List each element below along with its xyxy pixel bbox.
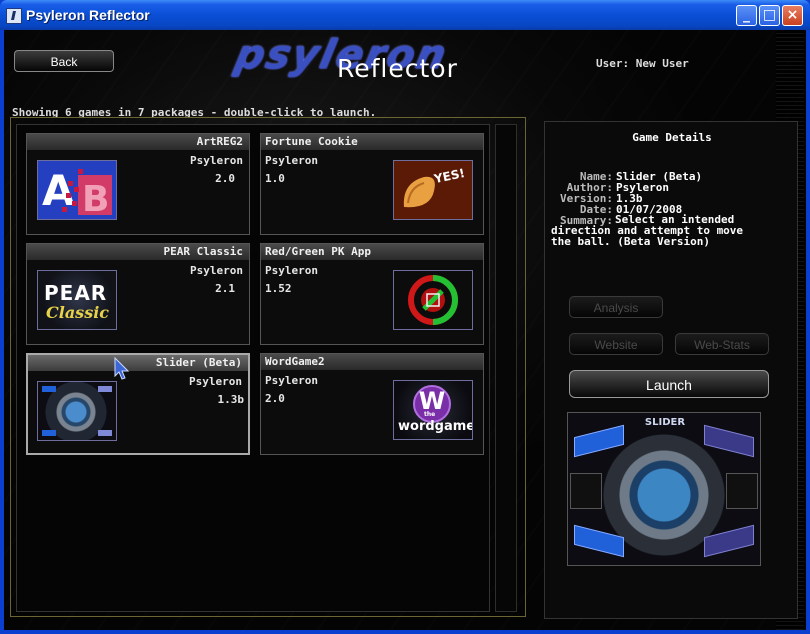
game-author: Psyleron xyxy=(189,375,242,388)
app-icon xyxy=(6,8,22,24)
wordgame-the-text: the xyxy=(424,411,436,418)
game-author: Psyleron xyxy=(190,264,243,277)
game-version: 1.0 xyxy=(265,172,285,185)
slider-info-box xyxy=(726,473,758,509)
wordgame-logo-text: wordgame xyxy=(398,419,473,434)
slider-panel-icon xyxy=(574,524,624,558)
game-tile-pear-classic[interactable]: PEAR Classic Psyleron 2.1 PEAR Classic xyxy=(26,243,250,345)
game-preview-image: SLIDER xyxy=(567,412,761,566)
analysis-button[interactable]: Analysis xyxy=(569,296,663,318)
game-tile-slider[interactable]: Slider (Beta) Psyleron 1.3b xyxy=(26,353,250,455)
slider-panel-icon xyxy=(574,424,624,458)
game-details-panel: Game Details Name: Slider (Beta) Author:… xyxy=(544,121,798,619)
maximize-button[interactable]: □ xyxy=(759,5,780,26)
summary-value: Select an intended direction and attempt… xyxy=(551,213,744,248)
game-name: WordGame2 xyxy=(265,355,325,368)
game-name: Red/Green PK App xyxy=(265,245,371,258)
red-green-pk-logo-icon xyxy=(393,270,473,330)
game-tile-fortune-cookie[interactable]: Fortune Cookie Psyleron 1.0 YES! xyxy=(260,133,484,235)
details-title: Game Details xyxy=(632,131,712,144)
game-author: Psyleron xyxy=(265,154,318,167)
game-name: Slider (Beta) xyxy=(155,356,242,369)
slider-thumbnail-icon xyxy=(37,381,117,441)
svg-text:A: A xyxy=(42,166,75,215)
wordgame-logo-icon: W the wordgame xyxy=(393,380,473,440)
preview-title: SLIDER xyxy=(644,417,686,428)
game-version: 2.0 xyxy=(265,392,285,405)
app-window: Psyleron Reflector _ □ × Back psyleron R… xyxy=(0,0,810,634)
window-title: Psyleron Reflector xyxy=(26,7,150,23)
slider-info-box xyxy=(570,473,602,509)
game-name: Fortune Cookie xyxy=(265,135,358,148)
launch-button[interactable]: Launch xyxy=(569,370,769,398)
website-button[interactable]: Website xyxy=(569,333,663,355)
back-button[interactable]: Back xyxy=(14,50,114,72)
reflector-logo-text: Reflector xyxy=(337,54,458,83)
user-label: User: New User xyxy=(596,57,689,70)
game-version: 1.3b xyxy=(217,393,245,406)
artreg-logo-icon: A B xyxy=(37,160,117,220)
mouse-cursor-icon xyxy=(114,357,130,380)
game-tile-wordgame2[interactable]: WordGame2 Psyleron 2.0 W the wordgame xyxy=(260,353,484,455)
game-tile-artreg2[interactable]: ArtREG2 Psyleron 2.0 A B xyxy=(26,133,250,235)
game-version: 2.0 xyxy=(215,172,235,185)
close-button[interactable]: × xyxy=(782,5,803,26)
game-name: PEAR Classic xyxy=(163,245,243,258)
game-author: Psyleron xyxy=(190,154,243,167)
slider-panel-icon xyxy=(704,424,754,458)
game-version: 1.52 xyxy=(265,282,292,295)
game-author: Psyleron xyxy=(265,374,318,387)
game-version: 2.1 xyxy=(215,282,235,295)
title-bar[interactable]: Psyleron Reflector _ □ × xyxy=(0,0,810,30)
classic-logo-text: Classic xyxy=(46,303,110,322)
games-scrollbar[interactable] xyxy=(495,124,517,612)
slider-panel-icon xyxy=(704,524,754,558)
svg-text:B: B xyxy=(82,179,109,219)
pear-logo-text: PEAR xyxy=(44,281,108,305)
minimize-button[interactable]: _ xyxy=(736,5,757,26)
client-area: Back psyleron Reflector User: New User S… xyxy=(4,30,806,630)
web-stats-button[interactable]: Web-Stats xyxy=(675,333,769,355)
game-tile-red-green-pk[interactable]: Red/Green PK App Psyleron 1.52 xyxy=(260,243,484,345)
game-name: ArtREG2 xyxy=(196,135,243,148)
game-author: Psyleron xyxy=(265,264,318,277)
pear-classic-logo-icon: PEAR Classic xyxy=(37,270,117,330)
fortune-cookie-logo-icon: YES! xyxy=(393,160,473,220)
